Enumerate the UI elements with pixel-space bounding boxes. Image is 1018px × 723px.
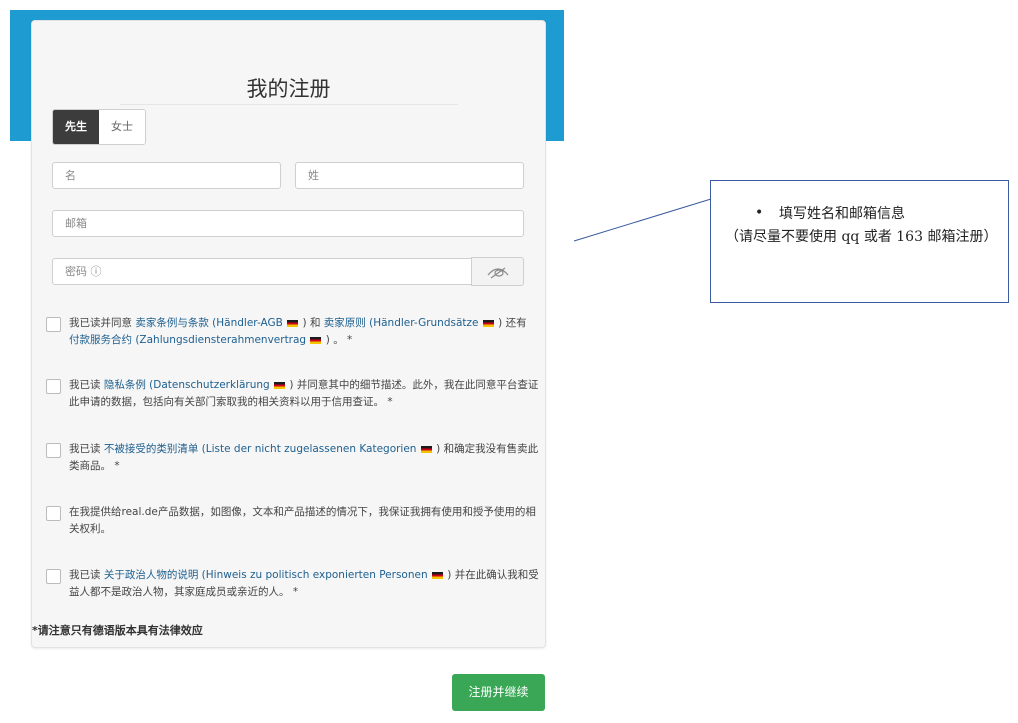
callout-bullet: • (755, 205, 764, 221)
callout-main-text: 填写姓名和邮箱信息 (779, 206, 905, 222)
annotation-callout: • 填写姓名和邮箱信息 （请尽量不要使用 qq 或者 163 邮箱注册） (710, 180, 1009, 303)
callout-connector-line (573, 198, 712, 242)
callout-sub-text: （请尽量不要使用 qq 或者 163 邮箱注册） (725, 229, 998, 245)
